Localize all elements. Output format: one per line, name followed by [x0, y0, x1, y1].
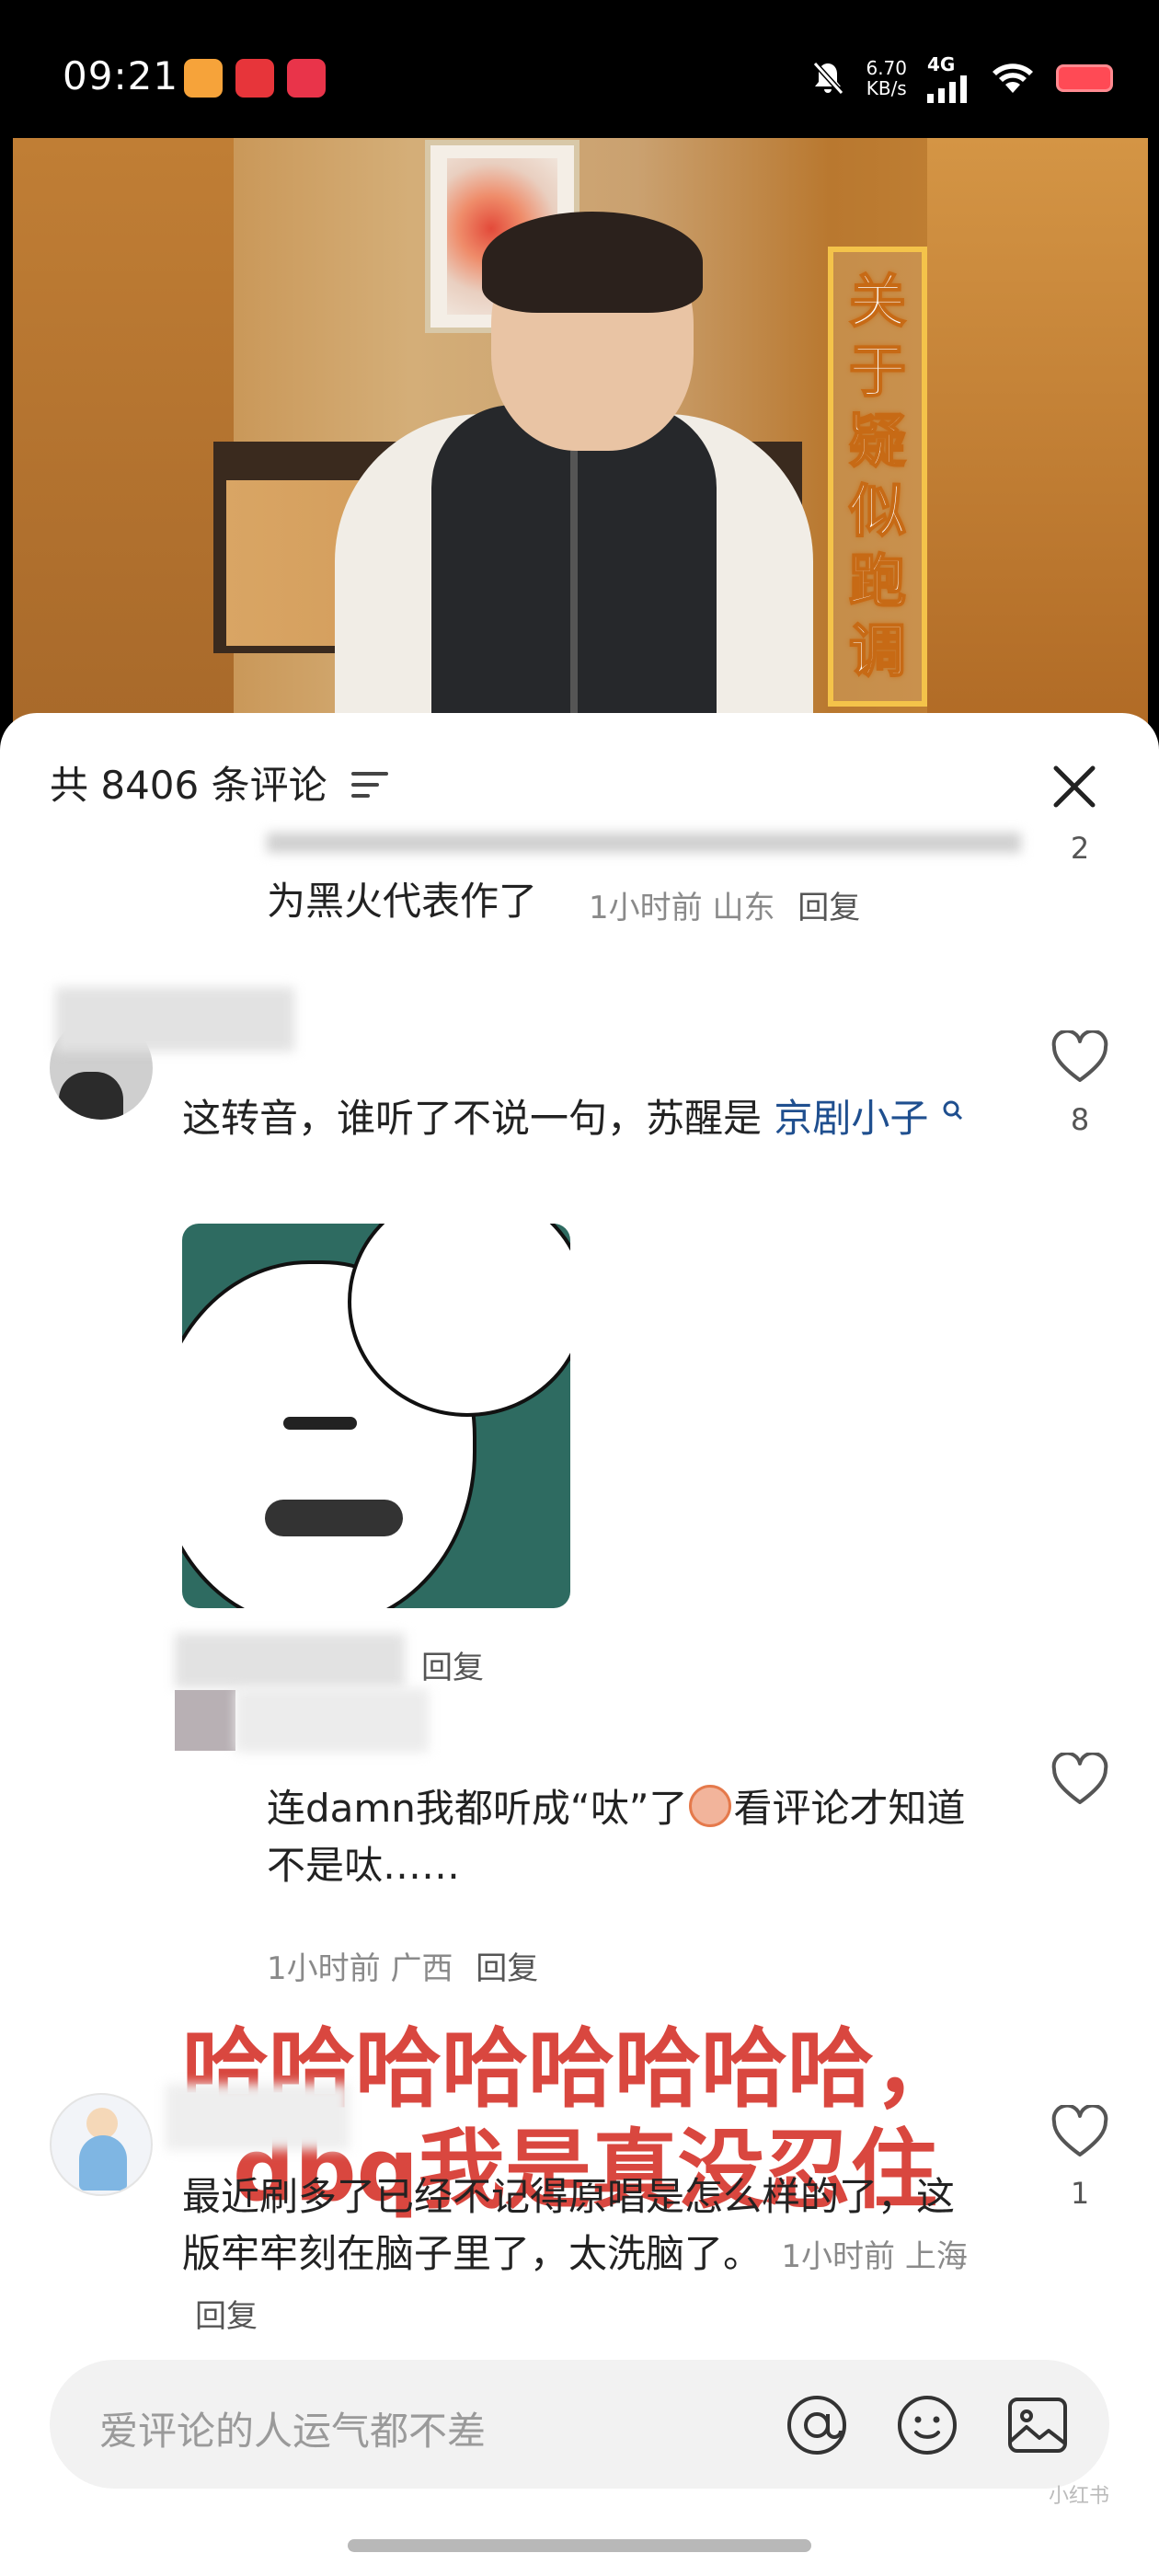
- watermark: 小红书: [1049, 2485, 1110, 2508]
- comment-text-part1: 连damn我都听成“呔”了: [267, 1786, 688, 1831]
- comment-text: 为黑火代表作了: [267, 879, 538, 924]
- comment-image[interactable]: [182, 1224, 570, 1608]
- comment-text: 这转音，谁听了不说一句，苏醒是 京剧小子: [182, 1090, 992, 1147]
- heart-icon[interactable]: [1050, 1030, 1109, 1084]
- comment-text: 最近刷多了已经不记得原唱是怎么样的了，这版牢牢刻在脑子里了，太洗脑了。 1小时前…: [182, 2168, 992, 2345]
- app-icon-1: [184, 59, 223, 98]
- like-count: 1: [1070, 2176, 1090, 2211]
- video-player[interactable]: 关 于 疑 似 跑 调: [13, 138, 1148, 736]
- caption-char: 调: [848, 616, 907, 685]
- status-indicators: 6.70 KB/s 4G: [810, 51, 1113, 106]
- wifi-icon: [993, 63, 1033, 93]
- like-count: 2: [1070, 831, 1090, 866]
- video-person-hair: [482, 212, 703, 313]
- caption-char: 于: [848, 337, 907, 406]
- comment-time: 1小时前: [267, 1950, 381, 1987]
- battery-icon: [1056, 64, 1113, 92]
- video-wall-right: [927, 138, 1148, 736]
- search-icon[interactable]: [941, 1098, 965, 1122]
- image-icon[interactable]: [1004, 2392, 1071, 2458]
- comment-text-main: 这转音，谁听了不说一句，苏醒是: [182, 1096, 763, 1141]
- reply-button[interactable]: 回复: [421, 1642, 484, 1687]
- video-caption: 关 于 疑 似 跑 调: [828, 247, 927, 707]
- comment-sheet: 共 8406 条评论 2 为黑火代表作了 1小时前 山东 回复 这转音，谁听了不…: [0, 713, 1159, 2576]
- avatar[interactable]: [50, 2093, 153, 2196]
- comment-meta: 1小时前 山东 回复: [589, 882, 860, 927]
- caption-char: 跑: [848, 546, 907, 615]
- comment-time: 1小时前: [589, 890, 703, 926]
- video-person-zip: [570, 442, 578, 736]
- comment-text: 连damn我都听成“呔”了 看评论才知道不是呔……: [267, 1780, 993, 1894]
- comment-location: 上海: [904, 2238, 968, 2275]
- username-blurred: [166, 2084, 350, 2150]
- username-blurred: [235, 1688, 429, 1753]
- comment-input-placeholder[interactable]: 爱评论的人运气都不差: [99, 2400, 486, 2456]
- bell-muted-icon: [813, 61, 844, 96]
- comment-count-title: 共 8406 条评论: [50, 763, 327, 808]
- at-icon[interactable]: [784, 2392, 850, 2458]
- username-blurred: [55, 987, 294, 1052]
- comment-time: 1小时前: [781, 2238, 896, 2275]
- laughing-emoji-icon: [689, 1785, 732, 1827]
- caption-char: 似: [848, 477, 907, 546]
- comment-location: 广西: [390, 1950, 453, 1987]
- emoji-icon[interactable]: [894, 2392, 960, 2458]
- meta-blurred: [175, 1633, 405, 1688]
- search-link[interactable]: 京剧小子: [774, 1096, 928, 1141]
- heart-icon[interactable]: [1050, 1753, 1109, 1806]
- like-count: 8: [1070, 1102, 1090, 1137]
- sort-icon[interactable]: [351, 770, 390, 799]
- comment-location: 山东: [712, 890, 775, 926]
- scrolled-text-fragment: [267, 833, 1021, 853]
- reply-button[interactable]: 回复: [476, 1950, 538, 1987]
- net-speed-unit: KB/s: [866, 77, 907, 99]
- reply-button[interactable]: 回复: [195, 2298, 258, 2335]
- status-time: 09:21: [63, 53, 179, 98]
- close-icon[interactable]: [1049, 761, 1100, 812]
- home-indicator[interactable]: [348, 2539, 811, 2552]
- net-speed: 6.70 KB/s: [866, 58, 907, 98]
- comment-sheet-header: 共 8406 条评论: [0, 713, 1159, 833]
- reply-button[interactable]: 回复: [798, 890, 860, 926]
- caption-char: 关: [848, 267, 907, 336]
- status-bar: 09:21 6.70 KB/s 4G: [0, 0, 1159, 138]
- comment-meta: 1小时前 广西 回复: [267, 1943, 538, 1988]
- network-type: 4G: [927, 53, 956, 75]
- comment-input-bar[interactable]: 爱评论的人运气都不差: [50, 2360, 1109, 2489]
- signal-icon: [927, 75, 967, 103]
- avatar-blurred: [175, 1690, 235, 1751]
- video-wall-left: [13, 138, 234, 736]
- heart-icon[interactable]: [1050, 2105, 1109, 2158]
- app-icon-3: [287, 59, 326, 98]
- app-icon-2: [235, 59, 274, 98]
- caption-char: 疑: [848, 407, 907, 476]
- net-speed-value: 6.70: [866, 57, 907, 79]
